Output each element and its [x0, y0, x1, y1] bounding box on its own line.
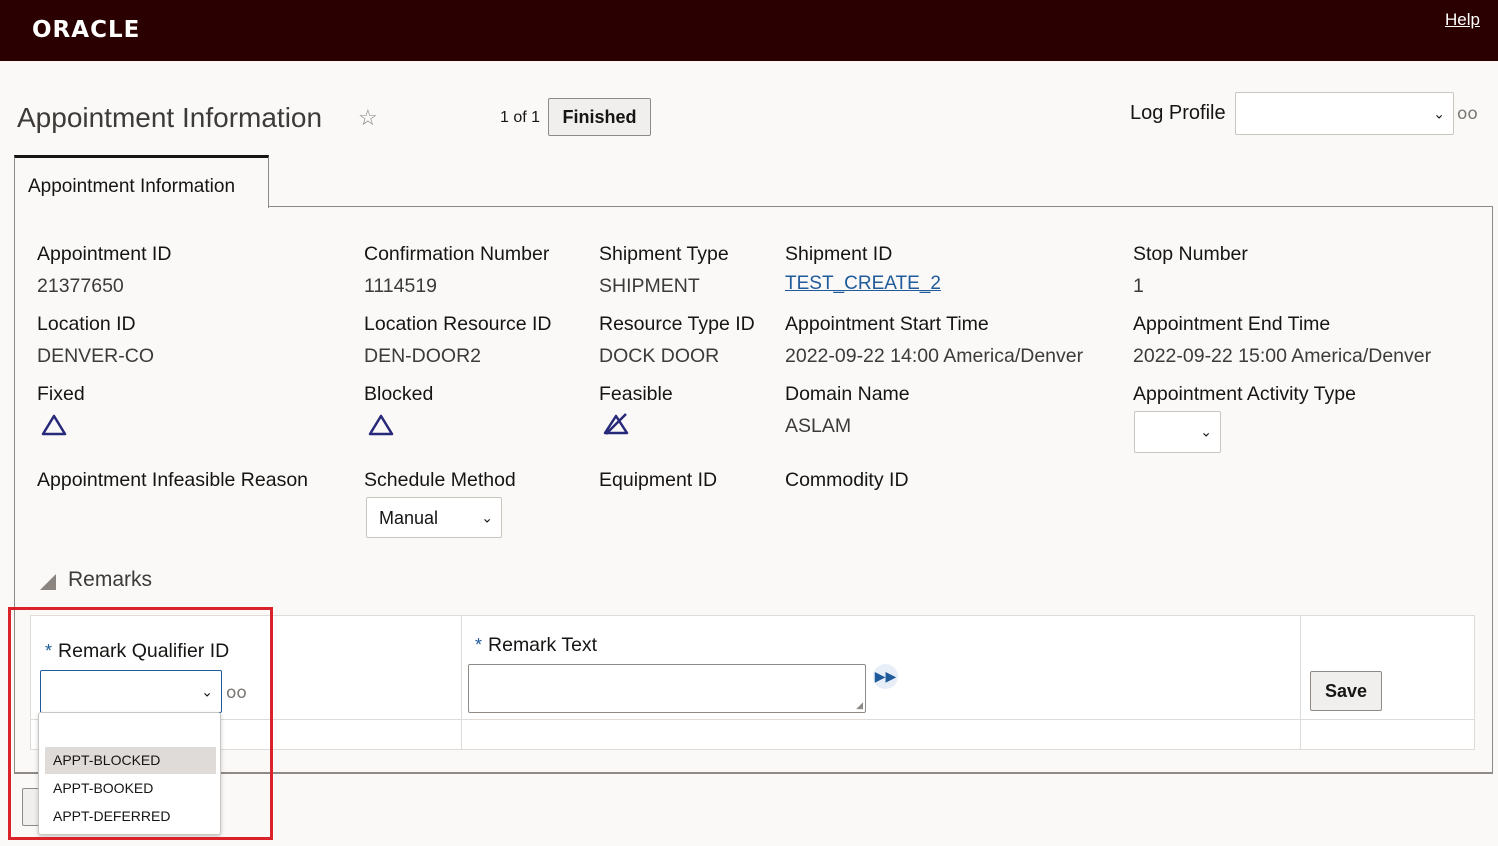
schedule-method-select[interactable]: Manual ⌄ [366, 497, 502, 538]
tab-label: Appointment Information [28, 176, 236, 197]
resource-type-id-value: DOCK DOOR [599, 345, 720, 367]
location-resource-id-value: DEN-DOOR2 [364, 345, 482, 367]
appointment-id-value: 21377650 [37, 275, 124, 297]
required-asterisk: * [45, 641, 53, 661]
location-id-label: Location ID [37, 313, 136, 335]
page-title: Appointment Information [17, 102, 323, 133]
activity-type-select[interactable]: ⌄ [1134, 411, 1221, 453]
remark-qualifier-dropdown: APPT-BLOCKED APPT-BOOKED APPT-DEFERRED [38, 712, 221, 835]
location-resource-id-label: Location Resource ID [364, 313, 552, 335]
glasses-icon[interactable]: oo [1457, 104, 1478, 124]
start-time-label: Appointment Start Time [785, 313, 989, 335]
shipment-type-value: SHIPMENT [599, 275, 700, 297]
schedule-method-label: Schedule Method [364, 469, 516, 491]
shipment-id-label: Shipment ID [785, 243, 893, 265]
favorite-star-icon[interactable]: ☆ [358, 105, 378, 131]
save-button[interactable]: Save [1310, 671, 1382, 711]
chevron-down-icon: ⌄ [1433, 105, 1445, 121]
infeasible-reason-label: Appointment Infeasible Reason [37, 469, 309, 491]
log-profile-select[interactable]: ⌄ [1235, 92, 1454, 135]
domain-name-value: ASLAM [785, 415, 852, 437]
remark-qualifier-label: * Remark Qualifier ID [45, 640, 229, 663]
stop-number-label: Stop Number [1133, 243, 1248, 265]
stop-number-value: 1 [1133, 275, 1144, 297]
record-counter: 1 of 1 [500, 109, 541, 126]
remark-text-text: Remark Text [488, 634, 598, 656]
shipment-type-label: Shipment Type [599, 243, 729, 265]
end-time-value: 2022-09-22 15:00 America/Denver [1133, 345, 1432, 367]
fixed-label: Fixed [37, 383, 85, 405]
resize-grip-icon[interactable]: ◢ [856, 700, 863, 711]
appointment-id-label: Appointment ID [37, 243, 172, 265]
feasible-label: Feasible [599, 383, 673, 405]
commodity-id-label: Commodity ID [785, 469, 909, 491]
help-link[interactable]: Help [1445, 10, 1480, 30]
chevron-down-icon: ⌄ [481, 509, 493, 525]
blocked-label: Blocked [364, 383, 434, 405]
start-time-value: 2022-09-22 14:00 America/Denver [785, 345, 1084, 367]
resource-type-id-label: Resource Type ID [599, 313, 755, 335]
chevron-down-icon: ⌄ [201, 683, 213, 699]
remark-text-input[interactable]: ◢ [468, 664, 866, 713]
column-divider [1300, 616, 1301, 749]
row-divider [31, 719, 1474, 720]
fixed-status-icon [41, 414, 67, 436]
confirmation-number-value: 1114519 [364, 275, 438, 297]
option-appt-blocked[interactable]: APPT-BLOCKED [45, 747, 216, 774]
glasses-icon[interactable]: oo [226, 683, 247, 703]
confirmation-number-label: Confirmation Number [364, 243, 550, 265]
option-appt-deferred[interactable]: APPT-DEFERRED [45, 803, 216, 830]
shipment-id-link[interactable]: TEST_CREATE_2 [785, 273, 941, 295]
location-id-value: DENVER-CO [37, 345, 155, 367]
top-bar: ORACLE Help [0, 0, 1498, 61]
schedule-method-value: Manual [379, 508, 439, 528]
required-asterisk: * [475, 635, 483, 655]
end-time-label: Appointment End Time [1133, 313, 1331, 335]
oracle-logo: ORACLE [32, 17, 141, 43]
finished-button[interactable]: Finished [548, 98, 651, 136]
column-divider [461, 616, 462, 749]
remark-qualifier-text: Remark Qualifier ID [58, 640, 230, 662]
log-profile-label: Log Profile [1130, 102, 1226, 124]
remarks-title: Remarks [68, 568, 153, 591]
chevron-down-icon: ⌄ [1200, 423, 1212, 440]
remark-qualifier-select[interactable]: ⌄ [40, 670, 222, 713]
collapse-triangle-icon[interactable] [40, 574, 56, 590]
blocked-status-icon [368, 414, 394, 436]
domain-name-label: Domain Name [785, 383, 910, 405]
option-appt-booked[interactable]: APPT-BOOKED [45, 775, 216, 802]
tab-appointment-information[interactable]: Appointment Information [14, 155, 269, 208]
equipment-id-label: Equipment ID [599, 469, 718, 491]
feasible-status-icon [603, 413, 629, 435]
forward-arrow-icon[interactable]: ▶▶ [873, 664, 898, 689]
activity-type-label: Appointment Activity Type [1133, 383, 1356, 405]
remark-text-label: * Remark Text [475, 634, 597, 657]
